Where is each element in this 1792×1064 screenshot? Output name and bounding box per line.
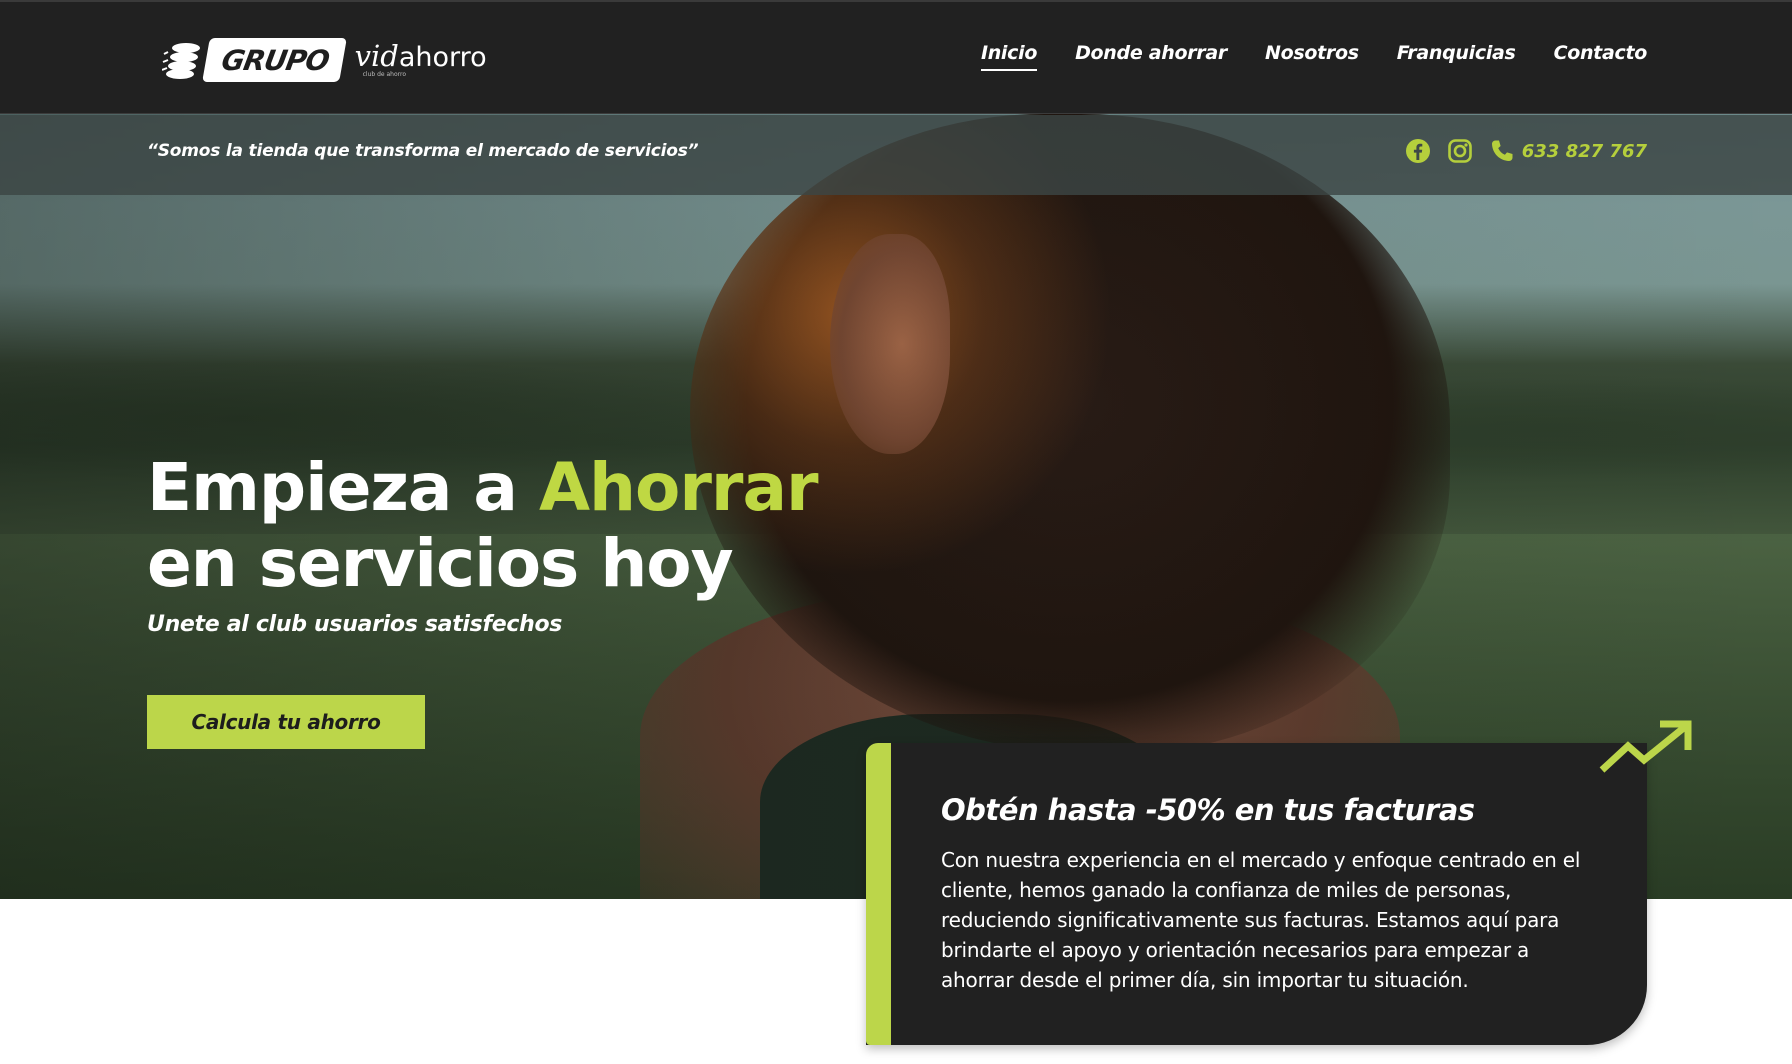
logo-word: ahorro — [398, 42, 487, 73]
contact-links: 633 827 767 — [1390, 137, 1647, 165]
card-body: Con nuestra experiencia en el mercado y … — [941, 848, 1581, 992]
instagram-icon[interactable] — [1446, 137, 1474, 165]
nav-franquicias[interactable]: Franquicias — [1397, 42, 1516, 71]
phone-icon[interactable] — [1488, 137, 1516, 165]
coins-icon — [162, 43, 200, 79]
logo-box: GRUPO — [202, 38, 347, 82]
nav-inicio[interactable]: Inicio — [980, 42, 1037, 71]
trend-up-icon — [1599, 720, 1692, 773]
savings-card: Obtén hasta -50% en tus facturas Con nue… — [866, 743, 1647, 1045]
logo-tag: club de ahorro — [362, 71, 407, 78]
calculate-savings-button[interactable]: Calcula tu ahorro — [147, 695, 425, 749]
hero-subtitle: Unete al club usuarios satisfechos — [147, 612, 563, 637]
main-nav: Inicio Donde ahorrar Nosotros Franquicia… — [943, 42, 1647, 71]
site-header: GRUPO vidahorro club de ahorro Inicio Do… — [0, 0, 1792, 114]
hero-title-accent: Ahorrar — [538, 449, 819, 526]
tagline: “Somos la tienda que transforma el merca… — [147, 141, 699, 161]
logo-wordmark: vidahorro club de ahorro — [355, 36, 487, 84]
logo-script: vid — [354, 39, 399, 73]
nav-donde-ahorrar[interactable]: Donde ahorrar — [1075, 42, 1227, 71]
logo-box-text: GRUPO — [219, 43, 332, 77]
facebook-icon[interactable] — [1404, 137, 1432, 165]
logo[interactable]: GRUPO vidahorro club de ahorro — [162, 36, 487, 84]
info-bar: “Somos la tienda que transforma el merca… — [0, 115, 1792, 195]
nav-contacto[interactable]: Contacto — [1554, 42, 1648, 71]
nav-nosotros[interactable]: Nosotros — [1265, 42, 1359, 71]
hero-title-line2: en servicios hoy — [147, 525, 734, 602]
card-accent-strip — [866, 743, 891, 1045]
hero-title: Empieza a Ahorrar en servicios hoy — [147, 449, 819, 602]
card-title: Obtén hasta -50% en tus facturas — [941, 793, 1475, 827]
hero-title-start: Empieza a — [147, 449, 539, 526]
phone-number-link[interactable]: 633 827 767 — [1522, 141, 1647, 162]
